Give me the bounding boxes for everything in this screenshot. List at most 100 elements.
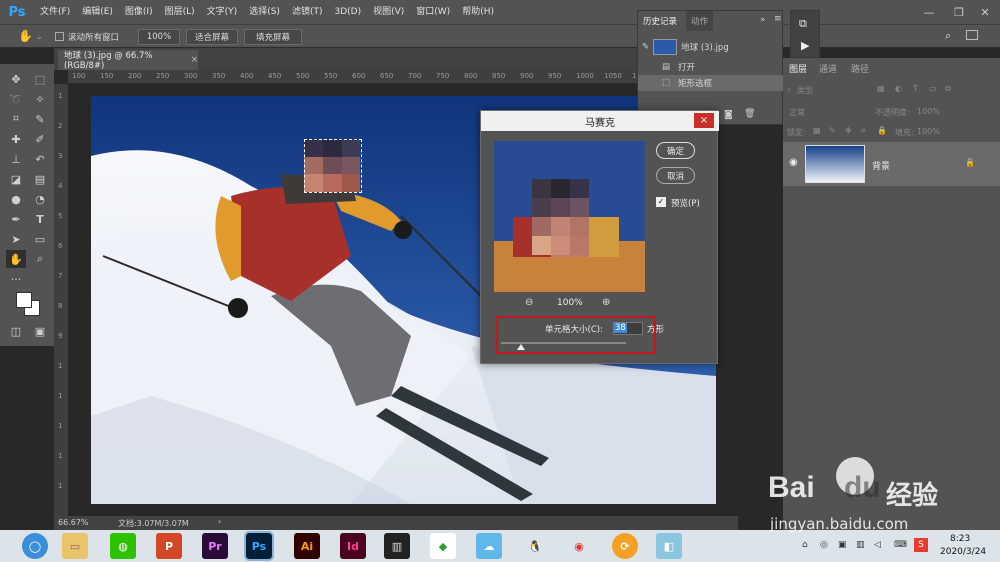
- filter-smart-icon[interactable]: ⧉: [945, 84, 951, 94]
- menu-type[interactable]: 文字(Y): [201, 0, 244, 24]
- fit-screen-button[interactable]: 适合屏幕: [186, 29, 238, 45]
- tab-actions[interactable]: 动作: [686, 11, 714, 31]
- start-icon[interactable]: ◯: [22, 533, 48, 559]
- minimize-icon[interactable]: —: [914, 0, 944, 24]
- volume-icon[interactable]: ◁: [874, 540, 881, 550]
- browser-icon[interactable]: ⟳: [612, 533, 638, 559]
- lock-artboard-icon[interactable]: ⌗: [861, 126, 866, 136]
- tab-layers[interactable]: 图层: [789, 62, 807, 75]
- history-brush-source-icon[interactable]: ✎: [642, 42, 649, 52]
- hand-icon[interactable]: ✋: [18, 29, 33, 43]
- filter-image-icon[interactable]: ▦: [877, 84, 885, 93]
- magic-wand-icon[interactable]: ✧: [30, 90, 50, 108]
- zoom-tool-icon[interactable]: ⌕: [30, 250, 50, 268]
- video-editor-icon[interactable]: ▥: [384, 533, 410, 559]
- blur-tool-icon[interactable]: ●: [6, 190, 26, 208]
- menu-window[interactable]: 窗口(W): [410, 0, 456, 24]
- more-tools-icon[interactable]: ···: [6, 270, 26, 288]
- status-arrow-icon[interactable]: ›: [218, 517, 221, 526]
- lock-paint-icon[interactable]: ✎: [829, 126, 836, 135]
- lock-pixels-icon[interactable]: ▦: [813, 126, 821, 135]
- stamp-tool-icon[interactable]: ⊥: [6, 150, 26, 168]
- panel-menu-icon[interactable]: ≡: [774, 14, 782, 24]
- menu-filter[interactable]: 滤镜(T): [286, 0, 329, 24]
- ok-button[interactable]: 确定: [656, 142, 695, 159]
- preview-checkbox[interactable]: ✓: [656, 197, 666, 207]
- filter-adjust-icon[interactable]: ◐: [895, 84, 902, 93]
- photoshop-taskbar-icon[interactable]: Ps: [244, 531, 274, 561]
- cancel-button[interactable]: 取消: [656, 167, 695, 184]
- menu-help[interactable]: 帮助(H): [456, 0, 500, 24]
- layer-row-background[interactable]: ◉ 背景 🔒: [783, 142, 1000, 186]
- zoom-in-icon[interactable]: ⊕: [602, 297, 610, 308]
- eyedropper-icon[interactable]: ✎: [30, 110, 50, 128]
- zoom-level[interactable]: 66.67%: [58, 518, 89, 527]
- zoom-out-icon[interactable]: ⊖: [525, 297, 533, 308]
- menu-file[interactable]: 文件(F): [34, 0, 76, 24]
- menu-image[interactable]: 图像(I): [119, 0, 159, 24]
- dodge-tool-icon[interactable]: ◔: [30, 190, 50, 208]
- search-icon[interactable]: ⌕: [945, 29, 951, 43]
- foreground-color-swatch[interactable]: [16, 292, 32, 308]
- tab-channels[interactable]: 通道: [819, 62, 837, 75]
- clock-date[interactable]: 2020/3/24: [940, 547, 986, 557]
- network-icon[interactable]: ▥: [856, 540, 865, 550]
- menu-edit[interactable]: 编辑(E): [76, 0, 119, 24]
- lock-all-icon[interactable]: 🔒: [877, 126, 887, 135]
- visibility-eye-icon[interactable]: ◉: [789, 157, 798, 168]
- chrome-icon[interactable]: ◉: [566, 533, 592, 559]
- filter-shape-icon[interactable]: ▭: [929, 84, 937, 93]
- ime-icon[interactable]: ⌨: [894, 540, 907, 550]
- brush-icon[interactable]: ✐: [30, 130, 50, 148]
- menu-3d[interactable]: 3D(D): [328, 0, 367, 24]
- quick-mask-icon[interactable]: ◫: [6, 322, 26, 340]
- app-icon-green[interactable]: ◆: [430, 533, 456, 559]
- marquee-tool-icon[interactable]: ⬚: [30, 70, 50, 88]
- app-icon-blue[interactable]: ☁: [476, 533, 502, 559]
- menu-layer[interactable]: 图层(L): [159, 0, 201, 24]
- menu-view[interactable]: 视图(V): [367, 0, 410, 24]
- wechat-icon[interactable]: ◍: [110, 533, 136, 559]
- shape-tool-icon[interactable]: ▭: [30, 230, 50, 248]
- delete-icon[interactable]: 🗑: [744, 109, 755, 119]
- scroll-all-checkbox[interactable]: [55, 32, 64, 41]
- history-item-marquee[interactable]: ⬚ 矩形选框: [638, 75, 784, 91]
- dialog-close-button[interactable]: ×: [694, 113, 714, 128]
- tab-paths[interactable]: 路径: [851, 62, 869, 75]
- hand-tool-icon[interactable]: ✋: [6, 250, 26, 268]
- tray-icon-1[interactable]: ⌂: [802, 540, 808, 550]
- tray-icon-3[interactable]: ▣: [838, 540, 847, 550]
- tab-history[interactable]: 历史记录: [638, 11, 683, 31]
- crop-tool-icon[interactable]: ⌗: [6, 110, 26, 128]
- document-tab[interactable]: 地球 (3).jpg @ 66.7%(RGB/8#) ×: [58, 50, 198, 71]
- panel-expand-icon[interactable]: »: [760, 15, 766, 25]
- history-snapshot[interactable]: ✎ 地球 (3).jpg: [638, 35, 784, 59]
- menu-select[interactable]: 选择(S): [243, 0, 286, 24]
- path-select-icon[interactable]: ➤: [6, 230, 26, 248]
- healing-brush-icon[interactable]: ✚: [6, 130, 26, 148]
- gradient-icon[interactable]: ▤: [30, 170, 50, 188]
- close-icon[interactable]: ✕: [970, 0, 1000, 24]
- blend-mode-select[interactable]: 正常: [789, 107, 805, 118]
- play-action-icon[interactable]: ▶: [801, 39, 809, 52]
- rectangular-selection[interactable]: [304, 139, 362, 193]
- screen-mode-icon[interactable]: ▣: [30, 322, 50, 340]
- lasso-tool-icon[interactable]: ➰: [6, 90, 26, 108]
- fill-field[interactable]: 100%: [917, 127, 940, 136]
- snapshot-camera-icon[interactable]: ◙: [724, 110, 733, 120]
- file-explorer-icon[interactable]: ▭: [62, 533, 88, 559]
- indesign-icon[interactable]: Id: [340, 533, 366, 559]
- eraser-icon[interactable]: ◪: [6, 170, 26, 188]
- pen-tool-icon[interactable]: ✒: [6, 210, 26, 228]
- layer-kind-select[interactable]: 类型: [797, 85, 813, 96]
- lock-move-icon[interactable]: ✥: [845, 126, 852, 135]
- app-icon-cube[interactable]: ◧: [656, 533, 682, 559]
- type-tool-icon[interactable]: T: [30, 210, 50, 228]
- chevron-down-icon[interactable]: ⌄: [36, 32, 43, 41]
- tray-icon-2[interactable]: ◎: [820, 540, 828, 550]
- sogou-icon[interactable]: S: [914, 538, 928, 552]
- illustrator-icon[interactable]: Ai: [294, 533, 320, 559]
- opacity-field[interactable]: 100%: [917, 107, 940, 116]
- powerpoint-icon[interactable]: P: [156, 533, 182, 559]
- zoom-100-button[interactable]: 100%: [138, 29, 180, 45]
